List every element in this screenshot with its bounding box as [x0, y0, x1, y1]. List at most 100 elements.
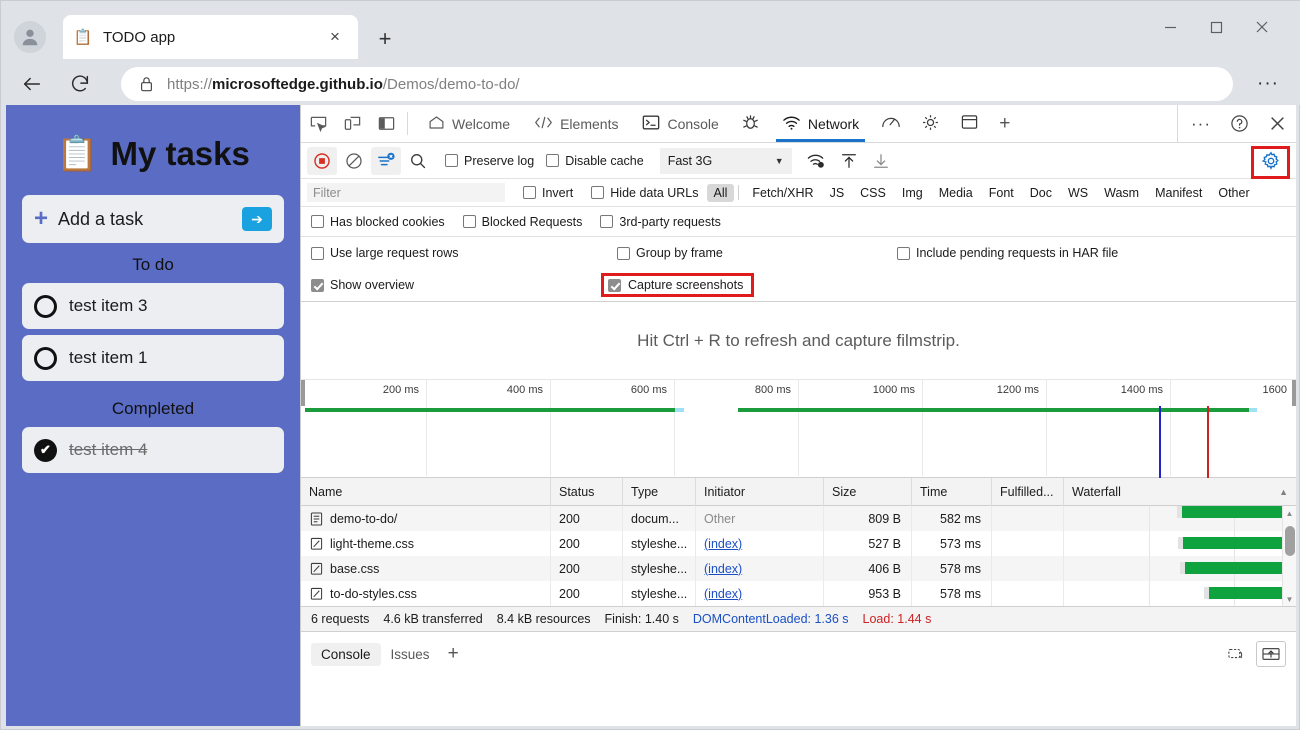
type-chip-all[interactable]: All	[707, 184, 735, 202]
scroll-down-icon[interactable]: ▼	[1283, 592, 1296, 606]
drawer-add-tab-icon[interactable]: +	[448, 643, 459, 665]
back-icon[interactable]	[15, 67, 49, 101]
type-chip-fetchxhr[interactable]: Fetch/XHR	[745, 184, 820, 202]
minimize-button[interactable]	[1147, 9, 1193, 45]
tab-performance[interactable]	[871, 105, 911, 142]
table-scrollbar[interactable]: ▲ ▼	[1282, 506, 1296, 606]
requests-table-header: Name Status Type Initiator Size Time Ful…	[301, 478, 1296, 506]
requests-table-body[interactable]: demo-to-do/ 200 docum... Other 809 B 582…	[301, 506, 1296, 606]
network-settings-panel: Use large request rows Group by frame In…	[301, 237, 1296, 302]
tab-memory[interactable]	[911, 105, 950, 142]
checkbox-icon	[600, 215, 613, 228]
preserve-log-checkbox[interactable]: Preserve log	[445, 154, 534, 168]
search-icon[interactable]	[403, 147, 433, 175]
table-row[interactable]: base.css 200 styleshe... (index) 406 B 5…	[301, 556, 1296, 581]
has-blocked-cookies-checkbox[interactable]: Has blocked cookies	[311, 215, 445, 229]
tab-welcome[interactable]: Welcome	[416, 105, 522, 142]
type-chip-css[interactable]: CSS	[853, 184, 893, 202]
task-checkbox-icon[interactable]	[34, 347, 57, 370]
table-row[interactable]: demo-to-do/ 200 docum... Other 809 B 582…	[301, 506, 1296, 531]
help-icon[interactable]	[1220, 105, 1258, 143]
record-stop-icon[interactable]	[307, 147, 337, 175]
drawer-tab-console[interactable]: Console	[311, 643, 381, 666]
network-overview-chart[interactable]: 200 ms 400 ms 600 ms 800 ms 1000 ms 1200…	[301, 380, 1296, 478]
type-chip-img[interactable]: Img	[895, 184, 930, 202]
import-har-icon[interactable]	[834, 147, 864, 175]
network-controls-toolbar: Preserve log Disable cache Fast 3G ▼	[301, 143, 1296, 179]
group-by-frame-checkbox[interactable]: Group by frame	[617, 246, 723, 260]
new-tab-button[interactable]: +	[369, 23, 401, 55]
profile-avatar-icon[interactable]	[14, 21, 46, 53]
column-header-type[interactable]: Type	[623, 478, 696, 506]
scrollbar-thumb[interactable]	[1285, 526, 1295, 556]
filter-input[interactable]: Filter	[307, 183, 505, 202]
column-header-time[interactable]: Time	[912, 478, 992, 506]
type-chip-doc[interactable]: Doc	[1023, 184, 1059, 202]
throttling-dropdown[interactable]: Fast 3G ▼	[660, 148, 792, 174]
list-item[interactable]: test item 1	[22, 335, 284, 381]
network-conditions-icon[interactable]	[802, 147, 832, 175]
tab-elements[interactable]: Elements	[522, 105, 630, 142]
tab-console[interactable]: Console	[630, 105, 730, 142]
network-settings-button[interactable]	[1251, 146, 1290, 179]
column-header-size[interactable]: Size	[824, 478, 912, 506]
initiator-link[interactable]: (index)	[704, 537, 742, 551]
show-overview-checkbox[interactable]: Show overview	[311, 278, 414, 292]
table-row[interactable]: to-do-styles.css 200 styleshe... (index)…	[301, 581, 1296, 606]
browser-tab[interactable]: 📋 TODO app ×	[63, 15, 358, 59]
browser-tab-title: TODO app	[103, 29, 322, 46]
hide-data-urls-checkbox[interactable]: Hide data URLs	[591, 186, 698, 200]
type-chip-other[interactable]: Other	[1211, 184, 1256, 202]
reload-icon[interactable]	[63, 67, 97, 101]
column-header-name[interactable]: Name	[301, 478, 551, 506]
more-options-icon[interactable]: ···	[1182, 105, 1220, 143]
invert-checkbox[interactable]: Invert	[523, 186, 573, 200]
browser-more-icon[interactable]: ···	[1251, 67, 1285, 101]
maximize-button[interactable]	[1193, 9, 1239, 45]
type-chip-manifest[interactable]: Manifest	[1148, 184, 1209, 202]
cell-type: styleshe...	[623, 581, 696, 606]
drawer-tab-issues[interactable]: Issues	[381, 643, 440, 666]
type-chip-wasm[interactable]: Wasm	[1097, 184, 1146, 202]
address-bar[interactable]: https://microsoftedge.github.io/Demos/de…	[121, 67, 1233, 101]
device-toolbar-icon[interactable]	[335, 105, 369, 142]
column-header-initiator[interactable]: Initiator	[696, 478, 824, 506]
disable-cache-checkbox[interactable]: Disable cache	[546, 154, 644, 168]
clear-icon[interactable]	[339, 147, 369, 175]
capture-screenshots-checkbox[interactable]: Capture screenshots	[601, 273, 754, 297]
task-checkbox-icon[interactable]	[34, 295, 57, 318]
restore-drawer-icon[interactable]	[1222, 641, 1252, 667]
list-item[interactable]: test item 3	[22, 283, 284, 329]
add-panel-icon[interactable]: +	[989, 105, 1020, 142]
type-chip-js[interactable]: JS	[823, 184, 852, 202]
column-header-waterfall[interactable]: Waterfall ▲	[1064, 478, 1296, 506]
add-task-input[interactable]: + Add a task ➔	[22, 195, 284, 243]
list-item[interactable]: ✔ test item 4	[22, 427, 284, 473]
third-party-requests-checkbox[interactable]: 3rd-party requests	[600, 215, 720, 229]
table-row[interactable]: light-theme.css 200 styleshe... (index) …	[301, 531, 1296, 556]
scroll-up-icon[interactable]: ▲	[1283, 506, 1296, 520]
window-close-button[interactable]	[1239, 9, 1285, 45]
blocked-requests-checkbox[interactable]: Blocked Requests	[463, 215, 583, 229]
filter-icon[interactable]	[371, 147, 401, 175]
type-chip-media[interactable]: Media	[932, 184, 980, 202]
task-checked-icon[interactable]: ✔	[34, 439, 57, 462]
close-devtools-icon[interactable]	[1258, 105, 1296, 143]
tab-sources[interactable]	[731, 105, 770, 142]
initiator-link[interactable]: (index)	[704, 587, 742, 601]
include-pending-har-checkbox[interactable]: Include pending requests in HAR file	[897, 246, 1118, 260]
use-large-request-rows-checkbox[interactable]: Use large request rows	[311, 246, 459, 260]
inspect-element-icon[interactable]	[301, 105, 335, 142]
column-header-status[interactable]: Status	[551, 478, 623, 506]
dock-drawer-icon[interactable]	[1256, 641, 1286, 667]
column-header-fulfilled[interactable]: Fulfilled...	[992, 478, 1064, 506]
dock-side-icon[interactable]	[369, 105, 403, 142]
type-chip-ws[interactable]: WS	[1061, 184, 1095, 202]
tab-network[interactable]: Network	[770, 105, 871, 142]
tab-application[interactable]	[950, 105, 989, 142]
initiator-link[interactable]: (index)	[704, 562, 742, 576]
type-chip-font[interactable]: Font	[982, 184, 1021, 202]
submit-arrow-icon[interactable]: ➔	[242, 207, 272, 231]
close-icon[interactable]: ×	[322, 24, 348, 50]
export-har-icon[interactable]	[866, 147, 896, 175]
